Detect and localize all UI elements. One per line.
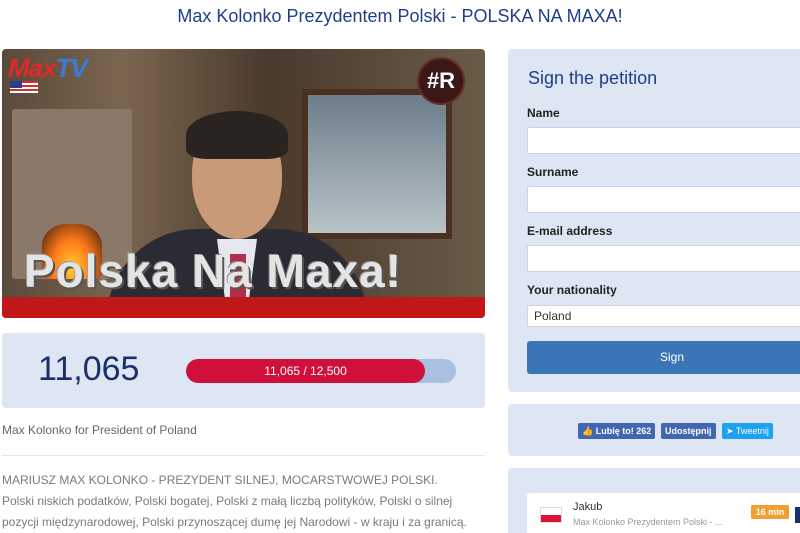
hero-image: MaxTV #R Polska Na Maxa! (2, 49, 485, 318)
sign-button[interactable]: Sign (527, 341, 800, 374)
email-label: E-mail address (527, 224, 613, 238)
hashtag-r-badge: #R (417, 57, 465, 105)
social-share-panel: 👍 Lubię to! 262 Udostępnij ➤ Tweetnij (508, 404, 800, 456)
twitter-bird-icon: ➤ (726, 426, 734, 436)
divider (2, 455, 485, 456)
poland-flag-icon (540, 507, 562, 523)
card-edge-marker (795, 507, 800, 523)
petition-description: MARIUSZ MAX KOLONKO - PREZYDENT SILNEJ, … (2, 473, 467, 529)
signature-count: 11,065 (38, 350, 140, 388)
person-hair (186, 111, 288, 159)
logo-max-text: Max (8, 53, 57, 83)
tweet-label: Tweetnij (735, 426, 769, 436)
logo-tv-text: TV (55, 53, 88, 83)
recent-signature-card[interactable]: Jakub Max Kolonko Prezydentem Polski - .… (527, 493, 800, 533)
page-title: Max Kolonko Prezydentem Polski - POLSKA … (177, 6, 623, 26)
us-flag-icon (10, 81, 38, 93)
signature-counter: 11,065 11,065 / 12,500 (2, 333, 485, 408)
surname-label: Surname (527, 165, 579, 179)
sign-petition-panel: Sign the petition Name Surname E-mail ad… (508, 49, 800, 392)
progress-bar: 11,065 / 12,500 (186, 359, 456, 383)
progress-text: 11,065 / 12,500 (264, 364, 347, 378)
sign-petition-heading: Sign the petition (528, 68, 658, 88)
facebook-share-button[interactable]: Udostępnij (661, 423, 716, 439)
window (302, 89, 452, 239)
red-banner (2, 297, 485, 318)
like-label: Lubię to! 262 (595, 426, 652, 436)
signer-petition-title: Max Kolonko Prezydentem Polski - ... (573, 517, 723, 527)
email-input[interactable] (527, 245, 800, 272)
name-input[interactable] (527, 127, 800, 154)
nationality-select[interactable]: Poland (527, 305, 800, 327)
nationality-label: Your nationality (527, 283, 617, 297)
recent-signatures-panel: Jakub Max Kolonko Prezydentem Polski - .… (508, 468, 800, 533)
name-label: Name (527, 106, 560, 120)
tweet-button[interactable]: ➤ Tweetnij (722, 423, 773, 439)
petition-subtitle: Max Kolonko for President of Poland (2, 423, 197, 437)
surname-input[interactable] (527, 186, 800, 213)
time-ago-badge: 16 min (751, 505, 789, 519)
maxtv-logo: MaxTV (8, 53, 88, 84)
hero-overlay-text: Polska Na Maxa! (24, 245, 403, 297)
signer-name: Jakub (573, 501, 603, 513)
facebook-like-button[interactable]: 👍 Lubię to! 262 (578, 423, 656, 439)
